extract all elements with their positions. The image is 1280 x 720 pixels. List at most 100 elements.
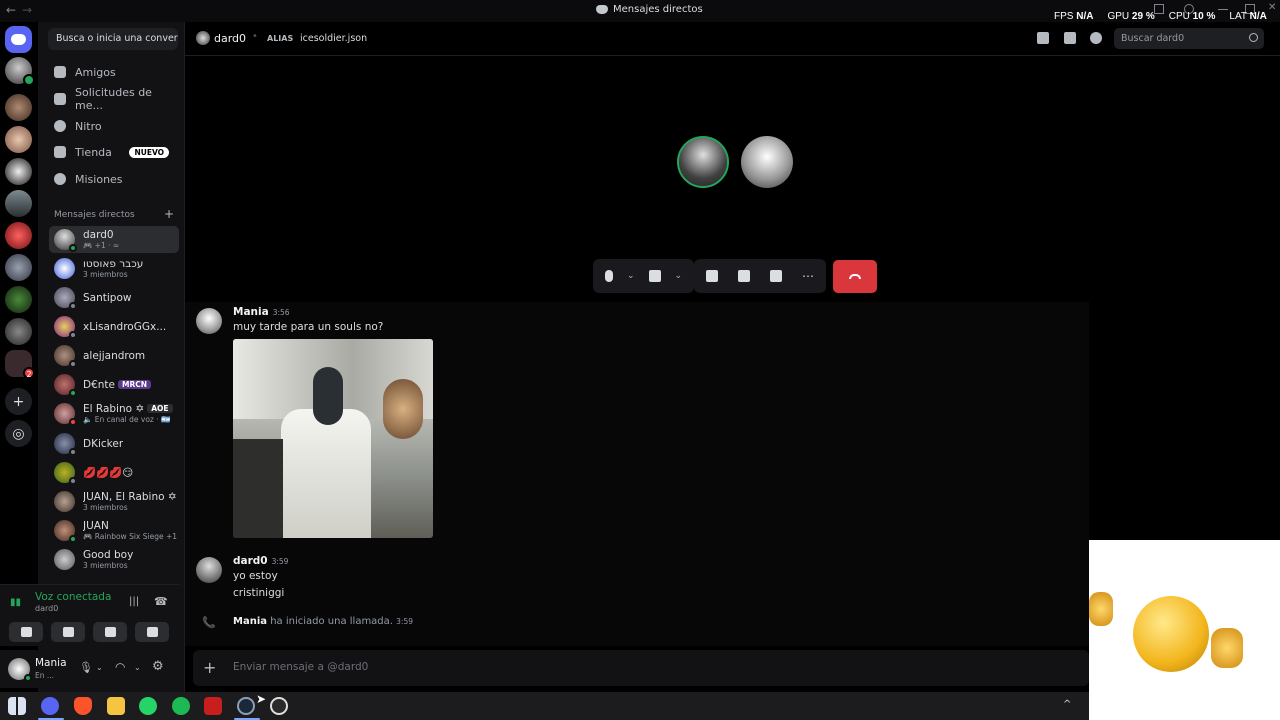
dm-item[interactable]: dard0 🎮 +1 · ≈ <box>49 226 179 253</box>
discord-taskbar-icon[interactable] <box>41 697 59 715</box>
avatar[interactable] <box>8 658 32 682</box>
explore-button[interactable]: ◎ <box>5 420 32 447</box>
dm-item[interactable]: D€nte MRCN <box>49 371 179 398</box>
chevron-down-icon[interactable]: ⌄ <box>627 271 635 281</box>
home-button[interactable] <box>5 26 32 53</box>
nav-friends[interactable]: Amigos <box>48 60 179 84</box>
call-phone-icon: 📞 <box>202 616 216 629</box>
server-icon[interactable] <box>5 57 35 86</box>
microphone-icon[interactable] <box>605 270 613 282</box>
file-explorer-icon[interactable] <box>107 697 125 715</box>
server-icon[interactable] <box>5 190 32 217</box>
voice-status[interactable]: Voz conectada <box>35 591 111 603</box>
dm-name: עכבר פאוסטו <box>83 258 144 270</box>
back-arrow-icon[interactable]: ← <box>6 3 16 17</box>
avatar[interactable] <box>196 557 222 583</box>
dm-item[interactable]: Good boy 3 miembros <box>49 546 179 573</box>
screen-share-icon[interactable] <box>706 270 718 282</box>
add-friends-icon[interactable] <box>1064 32 1076 44</box>
forward-arrow-icon[interactable]: → <box>22 3 32 17</box>
plus-icon: + <box>12 393 25 410</box>
notification-badge: 2 <box>23 367 35 379</box>
message-text: muy tarde para un souls no? <box>233 321 384 333</box>
dm-item[interactable]: עכבר פאוסטו 3 miembros <box>49 255 179 282</box>
chevron-down-icon[interactable]: ⌄ <box>675 271 683 281</box>
camera-off-icon[interactable] <box>648 270 661 282</box>
server-folder[interactable]: 2 <box>5 350 35 379</box>
activities-button[interactable] <box>93 622 127 642</box>
brave-browser-icon[interactable] <box>74 697 92 715</box>
camera-button[interactable] <box>9 622 43 642</box>
dm-item[interactable]: JUAN, El Rabino ✡ 3 miembros <box>49 488 179 515</box>
dm-item[interactable]: El Rabino ✡ AOE 🔈 En canal de voz · 🇦🇷 <box>49 400 179 427</box>
user-profile-icon[interactable] <box>1090 32 1102 44</box>
app-icon[interactable] <box>204 697 222 715</box>
nav-label: Solicitudes de me... <box>75 86 152 112</box>
message-author[interactable]: Mania 3:56 <box>233 306 290 318</box>
avatar[interactable] <box>196 308 222 334</box>
dm-item[interactable]: Santipow <box>49 284 179 311</box>
hang-up-button[interactable] <box>833 260 877 293</box>
soundboard-button[interactable] <box>135 622 169 642</box>
microphone-icon[interactable]: 🎙 <box>79 661 93 674</box>
server-icon[interactable] <box>5 222 32 249</box>
dm-item[interactable]: 💋💋💋😏 <box>49 459 179 486</box>
message-author[interactable]: Mania <box>233 616 267 627</box>
dm-item[interactable]: DKicker <box>49 430 179 457</box>
voice-channel[interactable]: dard0 <box>35 604 58 613</box>
discord-logo-icon <box>11 34 26 45</box>
create-dm-plus-icon[interactable]: + <box>164 208 174 220</box>
gif-attachment[interactable] <box>233 339 433 538</box>
dm-item[interactable]: xLisandroGGx... <box>49 313 179 340</box>
dm-item[interactable]: alejjandrom <box>49 342 179 369</box>
screen-share-button[interactable] <box>51 622 85 642</box>
dm-sub: 🔈 En canal de voz · 🇦🇷 <box>83 415 171 424</box>
activities-icon[interactable] <box>738 270 750 282</box>
noise-suppression-icon[interactable]: ||| <box>129 596 139 607</box>
chevron-down-icon[interactable]: ⌄ <box>96 663 103 672</box>
clan-tag: MRCN <box>118 379 152 389</box>
server-icon[interactable] <box>5 286 32 313</box>
nav-shop[interactable]: Tienda NUEVO <box>48 140 179 164</box>
dm-item[interactable]: JUAN 🎮 Rainbow Six Siege +1 <box>49 517 179 544</box>
call-participant-avatar[interactable] <box>741 136 793 188</box>
nav-nitro[interactable]: Nitro <box>48 114 179 138</box>
status-indicator <box>69 418 77 426</box>
steam-icon[interactable] <box>237 697 255 715</box>
attach-plus-icon[interactable]: + <box>203 658 216 677</box>
username[interactable]: Mania <box>35 657 67 669</box>
chevron-up-icon[interactable]: ^ <box>1063 699 1071 710</box>
floating-emoji-gif <box>1089 540 1280 720</box>
soundboard-icon[interactable] <box>770 270 782 282</box>
recipient-name[interactable]: dard0 <box>214 32 246 45</box>
more-options-icon[interactable]: ⋯ <box>802 269 814 283</box>
minimize-icon[interactable] <box>1218 9 1228 10</box>
camera-off-icon <box>20 627 32 637</box>
signal-icon[interactable]: ▮▮ <box>10 597 24 609</box>
call-participant-avatar[interactable] <box>677 136 729 188</box>
server-icon[interactable] <box>5 254 32 281</box>
spotify-icon[interactable] <box>172 697 190 715</box>
server-icon[interactable] <box>5 94 32 121</box>
os-taskbar: ➤ ^ <box>0 692 1089 720</box>
nav-quests[interactable]: Misiones <box>48 167 179 191</box>
settings-gear-icon[interactable]: ⚙ <box>152 659 164 674</box>
message-composer[interactable]: + Enviar mensaje a @dard0 <box>193 650 1089 686</box>
chat-search-input[interactable]: Buscar dard0 <box>1114 28 1264 49</box>
windows-start-icon[interactable] <box>8 697 26 715</box>
close-icon[interactable]: ✕ <box>1268 2 1278 13</box>
whatsapp-icon[interactable] <box>139 697 157 715</box>
call-action-controls: ⋯ <box>694 259 826 293</box>
chevron-down-icon[interactable]: ⌄ <box>134 663 141 672</box>
app-icon[interactable] <box>270 697 288 715</box>
nav-message-requests[interactable]: Solicitudes de me... <box>48 86 179 112</box>
headphones-icon[interactable]: ◠ <box>115 660 125 674</box>
dm-search-button[interactable]: Busca o inicia una convers... <box>48 28 178 50</box>
message-author[interactable]: dard0 3:59 <box>233 555 288 567</box>
server-icon[interactable] <box>5 158 32 185</box>
add-server-button[interactable]: + <box>5 388 32 415</box>
server-icon[interactable] <box>5 318 32 345</box>
disconnect-icon[interactable]: ☎ <box>154 595 168 608</box>
pin-icon[interactable] <box>1037 32 1049 44</box>
server-icon[interactable] <box>5 126 32 153</box>
